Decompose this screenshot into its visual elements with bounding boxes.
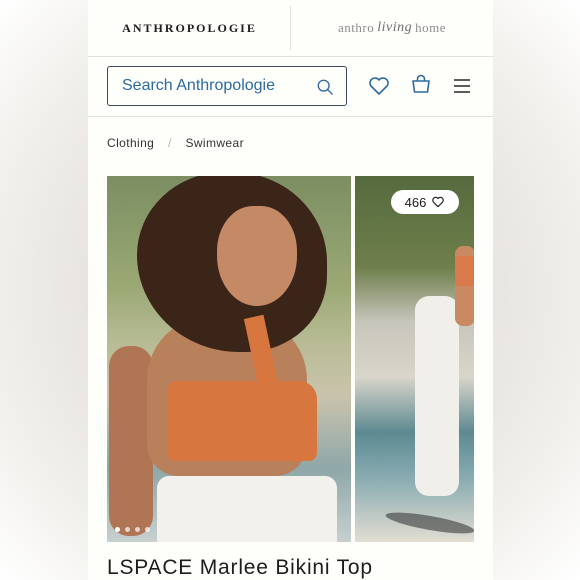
living-logo-script: living (377, 20, 413, 35)
breadcrumb-separator: / (167, 136, 172, 150)
breadcrumb-clothing[interactable]: Clothing (107, 136, 154, 150)
bikini-top (167, 381, 317, 461)
brand-bar: ANTHROPOLOGIE anthro living home (88, 0, 493, 57)
anthropologie-logo: ANTHROPOLOGIE (122, 20, 257, 35)
heart-icon[interactable] (367, 74, 391, 98)
anthro-living-home-logo-link[interactable]: anthro living home (291, 0, 493, 56)
like-count-button[interactable]: 466 (391, 190, 459, 214)
like-count: 466 (404, 194, 427, 210)
carousel-dot[interactable] (135, 527, 140, 532)
search-nav-row: Search Anthropologie (88, 56, 493, 117)
carousel-dot[interactable] (125, 527, 130, 532)
carousel-dot[interactable] (145, 527, 150, 532)
model-pants (415, 296, 459, 496)
living-logo-suffix: home (415, 20, 446, 35)
product-image-secondary[interactable] (355, 176, 474, 542)
anthropologie-logo-link[interactable]: ANTHROPOLOGIE (88, 0, 291, 56)
search-icon[interactable] (316, 78, 334, 96)
model-face (217, 206, 297, 306)
hamburger-menu-icon[interactable] (450, 74, 474, 98)
carousel-dots (115, 527, 150, 532)
model-shadow (384, 508, 474, 538)
product-image-main[interactable] (107, 176, 351, 542)
heart-icon (432, 196, 445, 208)
search-input[interactable]: Search Anthropologie (107, 66, 347, 106)
breadcrumb-swimwear[interactable]: Swimwear (185, 136, 244, 150)
product-title: LSPACE Marlee Bikini Top (107, 556, 373, 579)
bikini-top (455, 256, 474, 286)
product-page: ANTHROPOLOGIE anthro living home Search … (88, 0, 493, 580)
living-logo-prefix: anthro (338, 20, 375, 35)
model-skirt (157, 476, 337, 542)
shopping-bag-icon[interactable] (409, 72, 433, 96)
search-placeholder: Search Anthropologie (122, 77, 275, 94)
carousel-dot[interactable] (115, 527, 120, 532)
breadcrumb: Clothing / Swimwear (107, 136, 244, 150)
